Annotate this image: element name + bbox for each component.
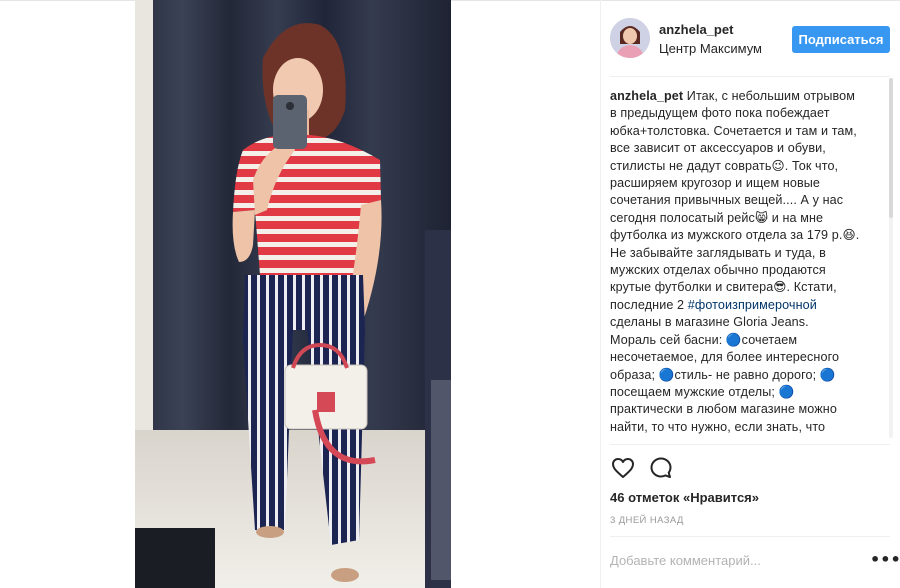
- caption-line: найти, то что нужно, если знать, что: [610, 419, 875, 436]
- caption-line: практически в любом магазине можно: [610, 401, 875, 418]
- caption-line: Мораль сей басни: 🔵сочетаем: [610, 332, 875, 349]
- caption-text: образа; 🔵стиль- не равно дорого; 🔵: [610, 367, 836, 382]
- caption-text: стилисты не дадут соврать😉. Ток что,: [610, 158, 839, 173]
- post-actions: [610, 456, 730, 484]
- caption-line: последние 2 #фотоизпримерочной: [610, 297, 875, 314]
- caption-line: стилисты не дадут соврать😉. Ток что,: [610, 158, 875, 175]
- caption-line: в предыдущем фото пока побеждает: [610, 105, 875, 122]
- avatar[interactable]: [610, 18, 650, 58]
- caption-line: anzhela_pet Итак, с небольшим отрывом: [610, 88, 875, 105]
- caption-username-link[interactable]: anzhela_pet: [610, 89, 683, 103]
- caption-line: футболка из мужского отдела за 179 р.😆.: [610, 227, 875, 244]
- caption-text: юбка+толстовка. Сочетается и там и там,: [610, 123, 857, 138]
- comment-bubble-icon: [650, 457, 672, 478]
- hashtag-link[interactable]: #фотоизпримерочной: [688, 298, 817, 312]
- like-button[interactable]: [610, 456, 636, 482]
- caption-text: посещаем мужские отделы; 🔵: [610, 384, 795, 399]
- caption-line: образа; 🔵стиль- не равно дорого; 🔵: [610, 367, 875, 384]
- post-timestamp[interactable]: 3 ДНЕЙ НАЗАД: [610, 515, 684, 526]
- caption-line: несочетаемое, для более интересного: [610, 349, 875, 366]
- caption-text: сочетания привычных вещей.... А у нас: [610, 193, 844, 208]
- caption-line: все зависит от аксессуаров и обуви,: [610, 140, 875, 157]
- caption-line: мужских отделах обычно продаются: [610, 262, 875, 279]
- panel-divider: [600, 0, 601, 588]
- caption-text: практически в любом магазине можно: [610, 402, 837, 417]
- post-photo[interactable]: [135, 0, 451, 588]
- caption-line: сегодня полосатый рейс😸 и на мне: [610, 210, 875, 227]
- caption-text: Не забывайте заглядывать и туда, в: [610, 245, 826, 260]
- caption-divider: [610, 444, 890, 445]
- caption-text: расширяем кругозор и ищем новые: [610, 176, 821, 191]
- caption-line: посещаем мужские отделы; 🔵: [610, 384, 875, 401]
- caption-text: все зависит от аксессуаров и обуви,: [610, 141, 826, 156]
- caption-text: сделаны в магазине Gloria Jeans.: [610, 315, 809, 330]
- more-options-icon: •••: [870, 550, 900, 569]
- heart-icon: [612, 457, 634, 478]
- caption-line: Не забывайте заглядывать и туда, в: [610, 245, 875, 262]
- likes-count[interactable]: 46 отметок «Нравится»: [610, 490, 759, 505]
- caption-scrollbar[interactable]: [889, 78, 893, 438]
- caption-text: футболка из мужского отдела за 179 р.😆.: [610, 228, 860, 243]
- post-header: anzhela_pet Центр Максимум Подписаться: [610, 14, 900, 70]
- comment-button[interactable]: [648, 456, 674, 482]
- location-link[interactable]: Центр Максимум: [659, 41, 762, 56]
- caption-text: крутые футболки и свитера😎. Кстати,: [610, 280, 837, 295]
- follow-button[interactable]: Подписаться: [792, 26, 890, 53]
- caption-text: в предыдущем фото пока побеждает: [610, 106, 830, 121]
- caption-text: мужских отделах обычно продаются: [610, 263, 826, 278]
- caption-line: расширяем кругозор и ищем новые: [610, 175, 875, 192]
- caption-text: Итак, с небольшим отрывом: [683, 89, 856, 103]
- comment-divider: [610, 536, 890, 537]
- caption-line: сделаны в магазине Gloria Jeans.: [610, 314, 875, 331]
- caption-text: найти, то что нужно, если знать, что: [610, 419, 826, 434]
- caption-text: сегодня полосатый рейс😸 и на мне: [610, 210, 824, 225]
- post-caption: anzhela_pet Итак, с небольшим отрывом в п…: [610, 88, 875, 440]
- caption-text: несочетаемое, для более интересного: [610, 350, 840, 365]
- username-link[interactable]: anzhela_pet: [659, 22, 733, 37]
- caption-text: последние 2: [610, 297, 688, 312]
- caption-line: сочетания привычных вещей.... А у нас: [610, 192, 875, 209]
- header-divider: [610, 76, 890, 77]
- caption-text: Мораль сей басни: 🔵сочетаем: [610, 332, 798, 347]
- caption-line: юбка+толстовка. Сочетается и там и там,: [610, 123, 875, 140]
- caption-line: крутые футболки и свитера😎. Кстати,: [610, 279, 875, 296]
- comment-input[interactable]: [610, 548, 860, 572]
- more-options-button[interactable]: •••: [870, 552, 900, 568]
